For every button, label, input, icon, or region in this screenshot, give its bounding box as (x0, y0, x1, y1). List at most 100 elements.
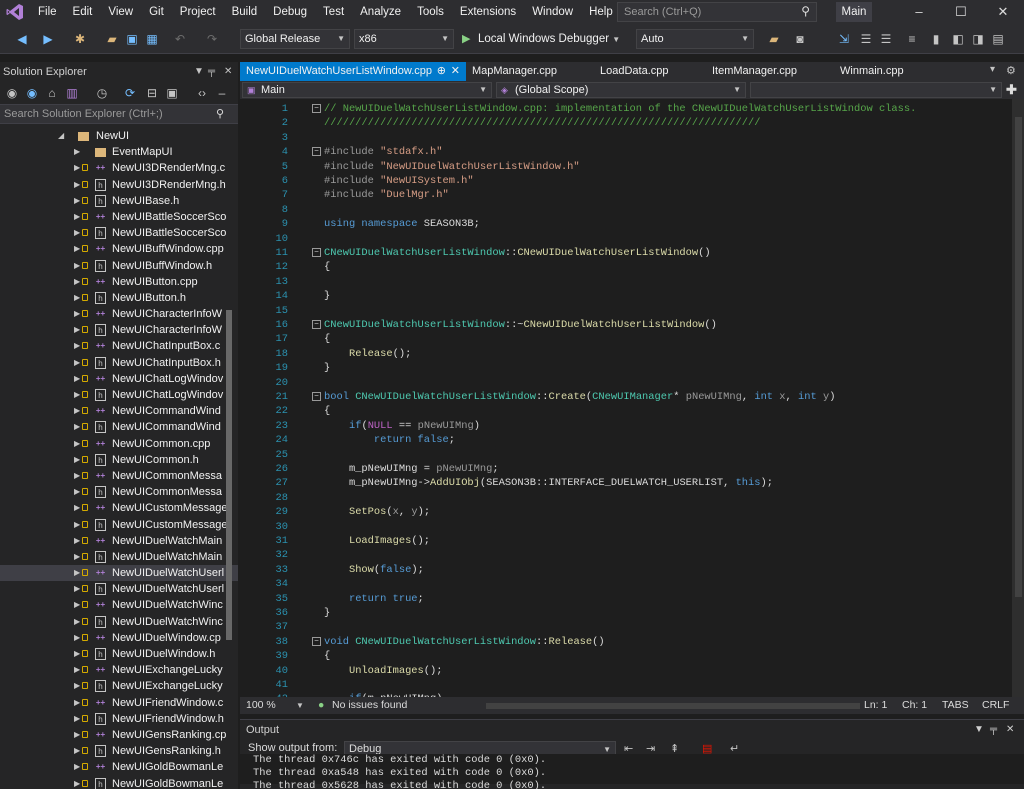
code-line[interactable]: 11− CNewUIDuelWatchUserListWindow::CNewUI… (240, 246, 1012, 260)
expand-arrow-icon[interactable]: ▶ (74, 338, 82, 354)
expand-arrow-icon[interactable]: ▶ (74, 695, 82, 711)
expand-arrow-icon[interactable]: ▶ (74, 743, 82, 759)
code-line[interactable]: 39 { (240, 649, 1012, 663)
menu-debug[interactable]: Debug (265, 0, 315, 24)
zoom-level[interactable]: 100 % (246, 697, 276, 714)
expand-arrow-icon[interactable]: ▶ (74, 290, 82, 306)
tree-node-file[interactable]: ▶ ++ NewUIGensRanking.cp (0, 727, 238, 743)
expand-arrow-icon[interactable]: ▶ (74, 241, 82, 257)
expand-arrow-icon[interactable]: ▶ (74, 646, 82, 662)
expand-arrow-icon[interactable]: ▶ (74, 597, 82, 613)
code-line[interactable]: 25 (240, 448, 1012, 462)
code-line[interactable]: 40 UnloadImages(); (240, 664, 1012, 678)
tab-file[interactable]: LoadData.cpp (594, 62, 706, 81)
tree-node-file[interactable]: ▶ h NewUIDuelWatchWinc (0, 614, 238, 630)
tab-file[interactable]: Winmain.cpp (834, 62, 962, 81)
tree-node-file[interactable]: ▶ h NewUIGensRanking.h (0, 743, 238, 759)
tree-node-file[interactable]: ▶ h NewUIFriendWindow.h (0, 711, 238, 727)
expand-arrow-icon[interactable]: ▶ (74, 387, 82, 403)
code-line[interactable]: 5 #include "NewUIDuelWatchUserListWindow.… (240, 160, 1012, 174)
expand-arrow-icon[interactable]: ▶ (74, 193, 82, 209)
collapse-region-icon[interactable]: − (312, 392, 321, 401)
settings-gear-icon[interactable]: ⚙ (1006, 64, 1016, 77)
solution-explorer-search-input[interactable]: Search Solution Explorer (Ctrl+;) ⚲ (0, 104, 238, 124)
platform-dropdown[interactable]: x86 ▼ (354, 29, 454, 49)
expand-arrow-icon[interactable]: ▶ (74, 517, 82, 533)
collapse-region-icon[interactable]: − (312, 636, 321, 646)
pin-icon[interactable]: ╤ (990, 720, 997, 740)
tree-node-file[interactable]: ▶ ++ NewUIDuelWatchUserl (0, 565, 238, 582)
expand-arrow-icon[interactable]: ▶ (74, 225, 82, 241)
expand-arrow-icon[interactable]: ▶ (74, 436, 82, 452)
expand-arrow-icon[interactable]: ▶ (74, 630, 82, 646)
code-line[interactable]: 6 #include "NewUISystem.h" (240, 174, 1012, 188)
tree-node-file[interactable]: ▶ h NewUIBattleSoccerSco (0, 225, 238, 241)
code-line[interactable]: 35 return true; (240, 592, 1012, 606)
expand-arrow-icon[interactable]: ▶ (74, 484, 82, 500)
save-all-icon[interactable]: ▦ (144, 31, 160, 47)
line-ending[interactable]: CRLF (982, 697, 1009, 714)
menu-tools[interactable]: Tools (409, 0, 452, 24)
tree-node-file[interactable]: ▶ ++ NewUICommonMessa (0, 468, 238, 484)
expand-arrow-icon[interactable]: ▶ (74, 711, 82, 727)
code-line[interactable]: 33 Show(false); (240, 563, 1012, 577)
global-scope-dropdown[interactable]: ◈ (Global Scope) ▼ (496, 82, 746, 98)
bookmark-prev-icon[interactable]: ◧ (950, 31, 966, 47)
code-line[interactable]: 29 SetPos(x, y); (240, 505, 1012, 519)
tree-node-file[interactable]: ▶ ++ NewUIChatInputBox.c (0, 338, 238, 354)
forward-icon[interactable]: ▶ (40, 31, 56, 47)
code-view-icon[interactable]: ‹› (194, 85, 210, 101)
expand-arrow-icon[interactable]: ▶ (74, 322, 82, 338)
code-line[interactable]: 19} (240, 361, 1012, 375)
close-icon[interactable]: ✕ (1006, 720, 1014, 740)
step-icon[interactable]: ⇲ (836, 31, 852, 47)
cursor-column[interactable]: Ch: 1 (902, 697, 927, 714)
tree-node-file[interactable]: ▶ h NewUIGoldBowmanLe (0, 776, 238, 789)
tree-node-file[interactable]: ▶ ++ NewUIButton.cpp (0, 274, 238, 290)
expand-arrow-icon[interactable]: ▶ (74, 662, 82, 678)
expand-arrow-icon[interactable]: ▶ (74, 452, 82, 468)
code-line[interactable]: 21 − bool CNewUIDuelWatchUserListWindow::C… (240, 390, 1012, 404)
collapse-region-icon[interactable]: − (312, 147, 321, 157)
collapse-all-icon[interactable]: ⊟ (144, 85, 160, 101)
align-left-icon[interactable]: ☰ (858, 31, 874, 47)
debug-mode-dropdown[interactable]: Auto ▼ (636, 29, 754, 49)
code-line[interactable]: 20 (240, 376, 1012, 390)
bookmark-clear-icon[interactable]: ▤ (990, 31, 1006, 47)
code-line[interactable]: 17 { (240, 332, 1012, 346)
project-scope-dropdown[interactable]: ▣ Main ▼ (242, 82, 492, 98)
show-all-files-icon[interactable]: ▣ (164, 85, 180, 101)
code-line[interactable]: 36} (240, 606, 1012, 620)
align-right-icon[interactable]: ☰ (878, 31, 894, 47)
chevron-down-icon[interactable]: ▼ (296, 697, 304, 714)
open-file-icon[interactable]: ▰ (766, 31, 782, 47)
configuration-dropdown[interactable]: Global Release ▼ (240, 29, 350, 49)
code-line[interactable]: 2 ///////////////////////////////////////… (240, 116, 1012, 130)
pin-icon[interactable]: ⊕ (437, 62, 446, 81)
code-line[interactable]: 4 − #include "stdafx.h" (240, 145, 1012, 159)
output-text-area[interactable]: The thread 0x746c has exited with code 0… (240, 754, 1024, 789)
solution-explorer-scrollbar[interactable] (226, 310, 232, 640)
code-line[interactable]: 24 return false; (240, 433, 1012, 447)
tree-node-file[interactable]: ▶ h NewUIDuelWatchMain (0, 549, 238, 565)
code-line[interactable]: 8 (240, 203, 1012, 217)
code-line[interactable]: 23 if(NULL == pNewUIMng) (240, 419, 1012, 433)
code-line[interactable]: 37 (240, 620, 1012, 634)
close-icon[interactable]: ✕ (224, 62, 232, 82)
expand-arrow-icon[interactable]: ▶ (74, 160, 82, 176)
tree-node-file[interactable]: ▶ h NewUIButton.h (0, 290, 238, 306)
tab-file[interactable]: MapManager.cpp (466, 62, 594, 81)
tree-node-file[interactable]: ▶ h NewUIBase.h (0, 193, 238, 209)
menu-build[interactable]: Build (224, 0, 266, 24)
tree-node-file[interactable]: ▶ h NewUIDuelWatchUserl (0, 581, 238, 597)
code-line[interactable]: 32 (240, 548, 1012, 562)
tree-node-file[interactable]: ▶ ++ NewUI3DRenderMng.c (0, 160, 238, 176)
expand-arrow-icon[interactable]: ▶ (74, 581, 82, 597)
tab-active-file[interactable]: NewUIDuelWatchUserListWindow.cpp ✕ ⊕ (240, 62, 466, 81)
expand-arrow-icon[interactable]: ▶ (74, 355, 82, 371)
menu-git[interactable]: Git (141, 0, 172, 24)
search-input[interactable]: Search (Ctrl+Q) ⚲ (617, 2, 817, 22)
expand-arrow-icon[interactable]: ▶ (74, 306, 82, 322)
editor-horizontal-scrollbar[interactable] (486, 703, 860, 709)
tree-node-file[interactable]: ▶ ++ NewUIDuelWatchWinc (0, 597, 238, 613)
